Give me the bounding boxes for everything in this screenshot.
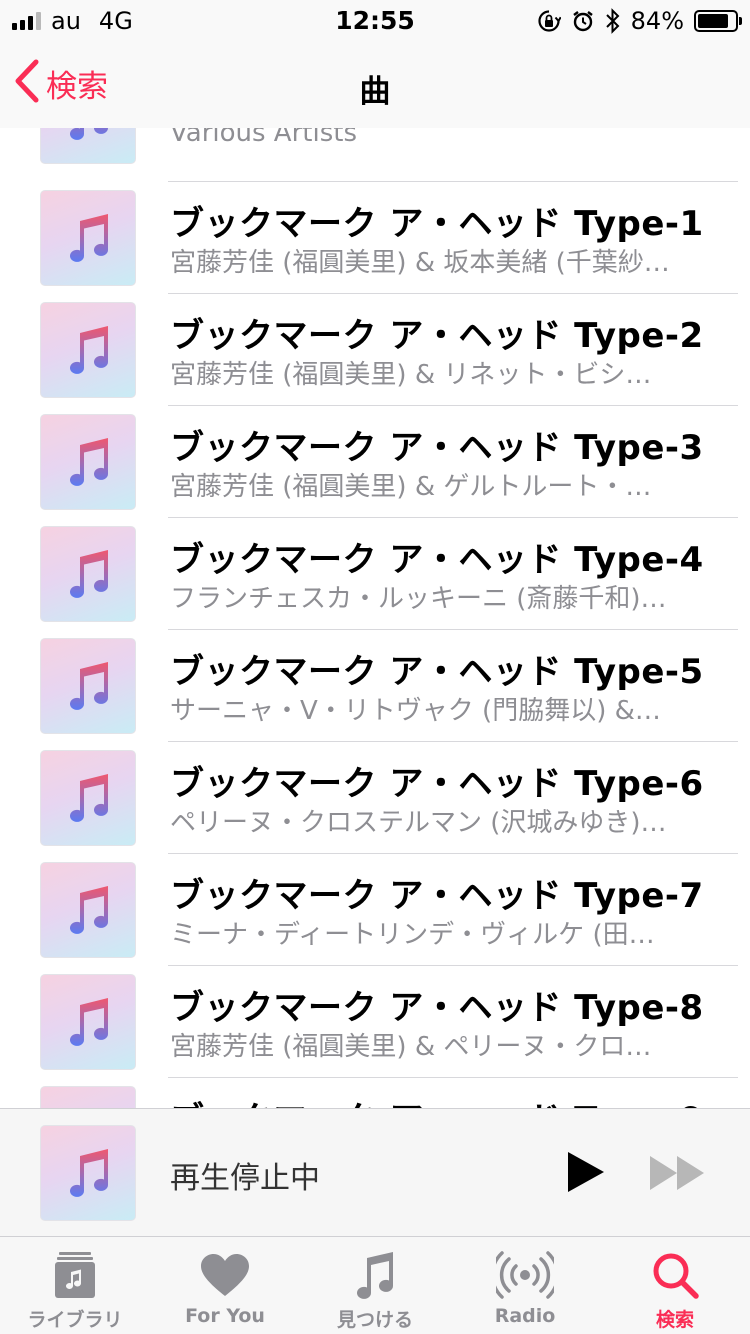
orientation-lock-icon (537, 9, 561, 33)
list-item[interactable]: ブックマーク ア・ヘッド Type-2 宮藤芳佳 (福圓美里) & リネット・ビ… (0, 294, 750, 406)
tab-radio[interactable]: Radio (450, 1237, 600, 1334)
album-artwork (40, 526, 136, 622)
list-item[interactable]: ブックマーク ア・ヘッド Type-9 (0, 1078, 750, 1108)
album-artwork (40, 862, 136, 958)
song-title: ブックマーク ア・ヘッド Type-4 (170, 540, 704, 580)
tab-search[interactable]: 検索 (600, 1237, 750, 1334)
album-artwork (40, 1086, 136, 1108)
battery-icon (694, 10, 742, 32)
page-title: 曲 (359, 74, 391, 110)
play-icon (568, 1152, 604, 1192)
status-bar: au 4G 12:55 84% (0, 0, 750, 42)
list-item[interactable]: ブックマーク ア・ヘッド Type-5 サーニャ・V・リトヴャク (門脇舞以) … (0, 630, 750, 742)
music-note-icon (70, 1149, 108, 1197)
song-artist: 宮藤芳佳 (福圓美里) & 坂本美緒 (千葉紗… (170, 248, 670, 278)
list-item[interactable]: ブックマーク ア・ヘッド Type-8 宮藤芳佳 (福圓美里) & ペリーヌ・ク… (0, 966, 750, 1078)
list-item[interactable]: ブックマーク ア・ヘッド Type-7 ミーナ・ディートリンデ・ヴィルケ (田… (0, 854, 750, 966)
library-icon (0, 1249, 150, 1301)
tab-label: ライブラリ (27, 1309, 123, 1331)
album-artwork (40, 414, 136, 510)
alarm-icon (571, 9, 595, 33)
album-artwork (40, 974, 136, 1070)
music-note-icon (70, 128, 108, 140)
fast-forward-icon (650, 1156, 704, 1190)
now-playing-artwork[interactable] (40, 1125, 136, 1221)
song-artist: 宮藤芳佳 (福圓美里) & リネット・ビシ… (170, 360, 652, 390)
song-artist: ミーナ・ディートリンデ・ヴィルケ (田… (170, 920, 655, 950)
song-title: ブックマーク ア・ヘッド Type-9 (170, 1092, 704, 1108)
song-title: ブックマーク ア・ヘッド Type-2 (170, 316, 704, 356)
tab-label: Radio (494, 1305, 556, 1327)
tab-library[interactable]: ライブラリ (0, 1237, 150, 1334)
bluetooth-icon (605, 8, 621, 34)
music-note-icon (70, 774, 108, 822)
song-title: ブックマーク ア・ヘッド Type-5 (170, 652, 704, 692)
music-note-icon (300, 1249, 450, 1301)
list-item[interactable]: ブックマーク ア・ヘッド Type-1 宮藤芳佳 (福圓美里) & 坂本美緒 (… (0, 182, 750, 294)
album-artwork (40, 128, 136, 164)
song-artist: フランチェスカ・ルッキーニ (斎藤千和)… (170, 584, 667, 614)
radio-broadcast-icon (450, 1249, 600, 1301)
playback-status: 再生停止中 (170, 1161, 320, 1196)
battery-fill (698, 14, 729, 28)
mini-player[interactable]: 再生停止中 (0, 1108, 750, 1236)
music-note-icon (70, 550, 108, 598)
music-note-icon (70, 886, 108, 934)
song-artist: ペリーヌ・クロステルマン (沢城みゆき)… (170, 808, 667, 838)
list-item[interactable]: ブックマーク ア・ヘッド Type-3 宮藤芳佳 (福圓美里) & ゲルトルート… (0, 406, 750, 518)
navigation-bar: 検索 曲 (0, 42, 750, 128)
song-list[interactable]: Various Artists ブックマーク ア・ヘッド Type-1 宮藤芳佳… (0, 128, 750, 1108)
album-artwork (40, 638, 136, 734)
album-artwork (40, 750, 136, 846)
music-note-icon (70, 662, 108, 710)
album-artwork (40, 190, 136, 286)
list-item[interactable]: Various Artists (0, 128, 750, 182)
tab-for-you[interactable]: For You (150, 1237, 300, 1334)
tab-label: For You (185, 1305, 265, 1327)
album-artwork (40, 302, 136, 398)
tab-label: 見つける (336, 1309, 413, 1331)
music-note-icon (70, 214, 108, 262)
status-bar-right: 84% (537, 7, 742, 35)
list-item[interactable]: ブックマーク ア・ヘッド Type-6 ペリーヌ・クロステルマン (沢城みゆき)… (0, 742, 750, 854)
heart-icon (150, 1249, 300, 1301)
tab-browse[interactable]: 見つける (300, 1237, 450, 1334)
tab-label: 検索 (655, 1309, 694, 1331)
song-title: ブックマーク ア・ヘッド Type-6 (170, 764, 704, 804)
music-note-icon (70, 326, 108, 374)
song-title: ブックマーク ア・ヘッド Type-1 (170, 204, 704, 244)
battery-percent: 84% (630, 7, 684, 35)
fast-forward-button[interactable] (648, 1153, 708, 1193)
search-icon (600, 1249, 750, 1301)
music-note-icon (70, 998, 108, 1046)
song-title: ブックマーク ア・ヘッド Type-7 (170, 876, 704, 916)
music-note-icon (70, 438, 108, 486)
song-title: ブックマーク ア・ヘッド Type-3 (170, 428, 704, 468)
song-title: ブックマーク ア・ヘッド Type-8 (170, 988, 704, 1028)
tab-bar: ライブラリ For You 見つける Radio 検索 (0, 1236, 750, 1334)
play-button[interactable] (560, 1147, 610, 1197)
list-item[interactable]: ブックマーク ア・ヘッド Type-4 フランチェスカ・ルッキーニ (斎藤千和)… (0, 518, 750, 630)
song-artist: 宮藤芳佳 (福圓美里) & ペリーヌ・クロ… (170, 1032, 652, 1062)
song-artist: Various Artists (170, 128, 357, 148)
song-artist: 宮藤芳佳 (福圓美里) & ゲルトルート・… (170, 472, 652, 502)
song-artist: サーニャ・V・リトヴャク (門脇舞以) &… (170, 696, 661, 726)
